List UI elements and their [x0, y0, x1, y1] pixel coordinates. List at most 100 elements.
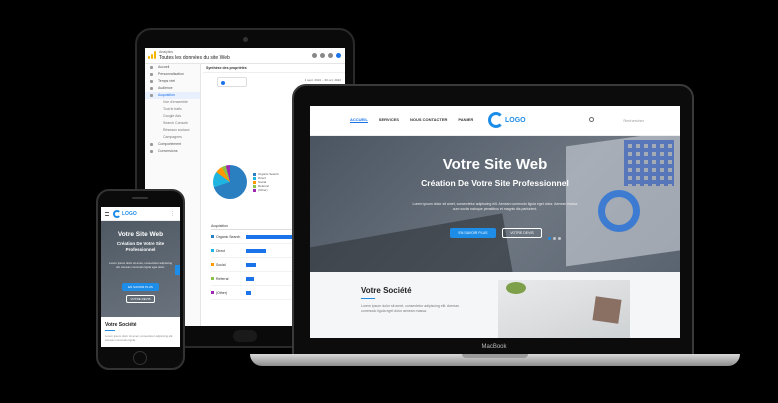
legend-label: (Other) [258, 188, 268, 192]
sidebar-item[interactable]: Réseaux sociaux [145, 127, 200, 134]
report-title: Synthèse des propriétés [206, 66, 247, 70]
hero-text: Lorem ipsum dolor sit amet, consectetur … [109, 261, 172, 269]
mobile-about-section: Votre Société Lorem ipsum dolor sit amet… [101, 317, 180, 347]
row-label: Social [216, 262, 226, 267]
slider-dot[interactable] [553, 237, 556, 240]
row-label: Referral [216, 276, 229, 281]
mobile-navbar: LOGO ⋮ [101, 207, 180, 221]
laptop-base [250, 354, 740, 366]
sidebar-item[interactable]: Comportement [145, 141, 200, 148]
logo-text[interactable]: LOGO [122, 211, 137, 217]
sidebar-item[interactable]: Conversions [145, 148, 200, 155]
search-input[interactable]: Rechercher [623, 118, 644, 123]
row-bar [246, 276, 254, 281]
row-label: Direct [216, 248, 226, 253]
macbook-label: MacBook [481, 344, 507, 350]
sidebar-item[interactable]: Accueil [145, 64, 200, 71]
phone-home-button[interactable] [133, 351, 147, 365]
notebook-image [592, 296, 622, 324]
hero-background-keyboard [310, 213, 515, 272]
slider-dot[interactable] [558, 237, 561, 240]
learn-more-button[interactable]: EN SAVOIR PLUS [450, 228, 496, 238]
about-title: Votre Société [361, 286, 412, 295]
about-section: Votre Société Lorem ipsum dolor sit amet… [310, 272, 680, 338]
legend-swatch [253, 180, 256, 184]
sidebar-item[interactable]: Search Console [145, 120, 200, 127]
phone-device: LOGO ⋮ Votre Site Web Création De Votre … [96, 189, 185, 370]
pie-legend: Organic Search Direct Social Referral (Other… [253, 172, 279, 192]
laptop-notch [462, 354, 528, 358]
app-name: Analytics [159, 50, 174, 54]
more-icon[interactable]: ⋮ [170, 211, 175, 217]
row-color-swatch [211, 291, 214, 294]
sidebar-item[interactable]: Tout le trafic [145, 106, 200, 113]
sidebar-item[interactable]: Vue d'ensemble [145, 99, 200, 106]
row-bar [246, 262, 256, 267]
tablet-home-button [233, 330, 257, 342]
about-text: Lorem ipsum dolor sit amet, consectetur … [105, 334, 174, 342]
row-bar [246, 248, 266, 253]
sidebar-item[interactable]: Personnalisation [145, 71, 200, 78]
slider-dot[interactable] [548, 237, 551, 240]
header-icons [312, 53, 341, 58]
legend-swatch [253, 176, 256, 180]
segment-dot-icon [221, 81, 225, 85]
row-label: Organic Search [216, 234, 241, 239]
menu-item-accueil[interactable]: ACCUEIL [350, 117, 368, 123]
quote-button[interactable]: VOTRE DEVIS [126, 295, 155, 303]
legend-item: (Other) [253, 188, 279, 192]
devices-mockup: Analytics Toutes les données du site Web… [0, 0, 778, 403]
logo-c-icon [488, 112, 504, 128]
property-selector[interactable]: Toutes les données du site Web [159, 55, 230, 61]
row-color-swatch [211, 277, 214, 280]
sidebar-item[interactable]: Google Ads [145, 113, 200, 120]
site-logo[interactable]: LOGO [488, 112, 526, 128]
menu-item-contact[interactable]: NOUS CONTACTER [410, 117, 447, 123]
sidebar-item[interactable]: Acquisition [145, 92, 200, 99]
logo-text: LOGO [505, 116, 526, 124]
learn-more-button[interactable]: EN SAVOIR PLUS [122, 283, 159, 291]
legend-swatch [253, 188, 256, 192]
segment-selector[interactable] [217, 77, 247, 87]
hero-title: Votre Site Web [442, 156, 548, 173]
hero-subtitle: Création De Votre Site Professionnel [421, 178, 569, 188]
about-title: Votre Société [105, 322, 137, 328]
legend-swatch [253, 172, 256, 176]
avatar[interactable] [336, 53, 341, 58]
search-icon[interactable] [589, 117, 594, 122]
help-icon[interactable] [328, 53, 333, 58]
plant-image [506, 282, 526, 294]
analytics-header: Analytics Toutes les données du site Web [145, 48, 345, 64]
legend-swatch [253, 184, 256, 188]
row-color-swatch [211, 235, 214, 238]
site-navbar: ACCUEIL SERVICES NOUS CONTACTER PANIER L… [310, 106, 680, 136]
sidebar-item[interactable]: Audience [145, 85, 200, 92]
menu-item-services[interactable]: SERVICES [379, 117, 399, 123]
apps-icon[interactable] [320, 53, 325, 58]
hero-title: Votre Site Web [117, 231, 164, 238]
hero-banner: Votre Site Web Création De Votre Site Pr… [310, 136, 680, 272]
quote-button[interactable]: VOTRE DEVIS [502, 228, 542, 238]
tablet-camera [243, 37, 248, 42]
website-mobile: LOGO ⋮ Votre Site Web Création De Votre … [101, 207, 180, 347]
slider-arrow-icon[interactable] [175, 265, 180, 275]
analytics-logo-icon [148, 51, 156, 59]
date-range-picker[interactable]: 1 sept. 2022 – 30 oct. 2022 [305, 78, 341, 82]
about-divider [361, 298, 375, 299]
slider-dots[interactable] [548, 237, 561, 240]
sidebar-item[interactable]: Temps réel [145, 78, 200, 85]
laptop-device: ACCUEIL SERVICES NOUS CONTACTER PANIER L… [292, 84, 694, 356]
mobile-hero: Votre Site Web Création De Votre Site Pr… [101, 221, 180, 317]
hero-background-ring [598, 190, 640, 232]
phone-speaker [132, 197, 148, 199]
logo-c-icon [113, 210, 121, 218]
hamburger-icon[interactable] [105, 212, 109, 216]
traffic-pie-chart [213, 165, 247, 199]
row-bar [246, 290, 251, 295]
about-text: Lorem ipsum dolor sit amet, consectetur … [361, 304, 460, 313]
notifications-icon[interactable] [312, 53, 317, 58]
hero-text: Lorem ipsum dolor sit amet, consectetur … [412, 202, 578, 211]
sidebar-item[interactable]: Campagnes [145, 134, 200, 141]
menu-item-panier[interactable]: PANIER [458, 117, 473, 123]
main-menu: ACCUEIL SERVICES NOUS CONTACTER PANIER [350, 117, 473, 123]
